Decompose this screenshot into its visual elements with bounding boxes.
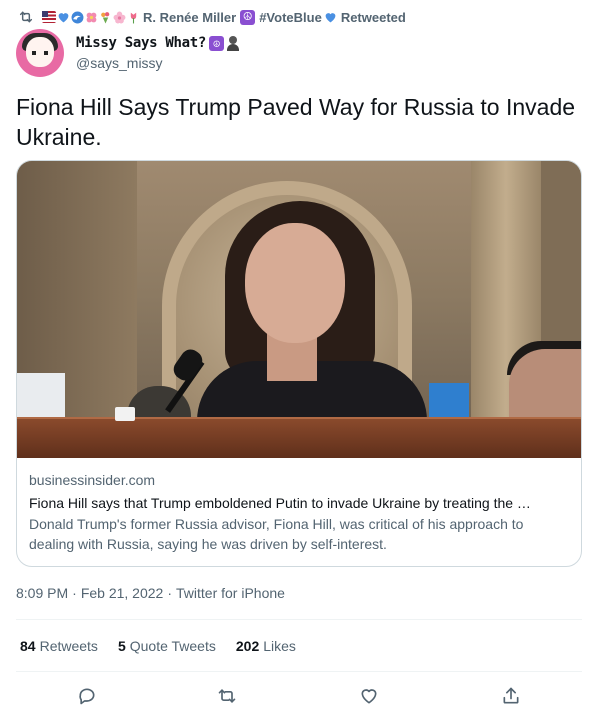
retweets-stat[interactable]: 84 Retweets bbox=[20, 638, 98, 654]
tweet-text: Fiona Hill Says Trump Paved Way for Russ… bbox=[16, 94, 576, 150]
retweet-context: R. Renée Miller ☮ #VoteBlue Retweeted bbox=[16, 7, 406, 27]
tweet-author: Missy Says What? ☮ @says_missy bbox=[16, 29, 240, 77]
tweet-timestamp: 8:09 PM · Feb 21, 2022 · Twitter for iPh… bbox=[16, 583, 285, 603]
user-handle[interactable]: @says_missy bbox=[76, 53, 240, 73]
share-icon bbox=[503, 687, 519, 704]
retweet-icon bbox=[218, 689, 236, 703]
retweeter-name[interactable]: R. Renée Miller bbox=[143, 10, 236, 25]
avatar-eyes bbox=[32, 51, 48, 55]
separator: · bbox=[167, 585, 172, 601]
reply-button[interactable] bbox=[73, 682, 101, 710]
like-button[interactable] bbox=[355, 682, 383, 710]
quote-tweets-label: Quote Tweets bbox=[129, 638, 216, 654]
retweet-button[interactable] bbox=[213, 682, 241, 710]
divider bbox=[16, 619, 582, 620]
cherry-blossom-icon bbox=[113, 11, 126, 23]
author-text: Missy Says What? ☮ @says_missy bbox=[76, 33, 240, 73]
likes-count: 202 bbox=[235, 638, 260, 654]
quote-tweets-stat[interactable]: 5 Quote Tweets bbox=[118, 638, 216, 654]
card-meta: businessinsider.com Fiona Hill says that… bbox=[17, 458, 581, 554]
share-button[interactable] bbox=[497, 682, 525, 710]
blue-heart-icon bbox=[325, 13, 336, 23]
peace-symbol-icon: ☮ bbox=[209, 35, 225, 51]
retweeter-hashtag[interactable]: #VoteBlue bbox=[259, 10, 322, 25]
blue-heart-icon bbox=[58, 13, 69, 23]
retweeted-label: Retweeted bbox=[340, 9, 406, 25]
divider bbox=[16, 671, 582, 672]
flower-icon bbox=[86, 12, 97, 22]
likes-stat[interactable]: 202 Likes bbox=[236, 638, 296, 654]
action-bar bbox=[16, 682, 582, 710]
card-image[interactable] bbox=[17, 161, 581, 458]
us-flag-icon bbox=[42, 11, 56, 23]
retweets-count: 84 bbox=[20, 638, 36, 654]
reply-icon bbox=[79, 688, 95, 705]
separator: · bbox=[72, 585, 77, 601]
retweets-label: Retweets bbox=[39, 638, 98, 654]
photo-speaker-face bbox=[245, 223, 345, 343]
card-description: Donald Trump's former Russia advisor, Fi… bbox=[29, 516, 524, 552]
quote-tweets-count: 5 bbox=[117, 638, 126, 654]
photo-screen bbox=[429, 383, 469, 419]
engagement-stats: 84 Retweets 5 Quote Tweets 202 Likes bbox=[20, 636, 316, 656]
display-name-row[interactable]: Missy Says What? ☮ bbox=[76, 33, 240, 53]
wave-icon bbox=[71, 11, 84, 23]
card-title: Fiona Hill says that Trump emboldened Pu… bbox=[29, 495, 531, 511]
tweet-date[interactable]: Feb 21, 2022 bbox=[81, 585, 164, 601]
avatar[interactable] bbox=[16, 29, 64, 77]
person-icon bbox=[226, 35, 240, 51]
tweet-time[interactable]: 8:09 PM bbox=[16, 585, 68, 601]
photo-cup bbox=[115, 407, 135, 421]
likes-label: Likes bbox=[263, 638, 296, 654]
emoji-row bbox=[42, 11, 140, 24]
display-name[interactable]: Missy Says What? bbox=[76, 35, 206, 51]
peace-symbol-icon: ☮ bbox=[240, 9, 256, 25]
photo-desk bbox=[17, 419, 581, 458]
tulip-icon bbox=[130, 12, 137, 23]
card-domain: businessinsider.com bbox=[29, 472, 156, 488]
retweet-icon bbox=[19, 11, 33, 23]
bouquet-icon bbox=[101, 11, 110, 23]
tweet-source[interactable]: Twitter for iPhone bbox=[176, 585, 285, 601]
link-card[interactable]: businessinsider.com Fiona Hill says that… bbox=[16, 160, 582, 567]
heart-icon bbox=[361, 689, 377, 704]
